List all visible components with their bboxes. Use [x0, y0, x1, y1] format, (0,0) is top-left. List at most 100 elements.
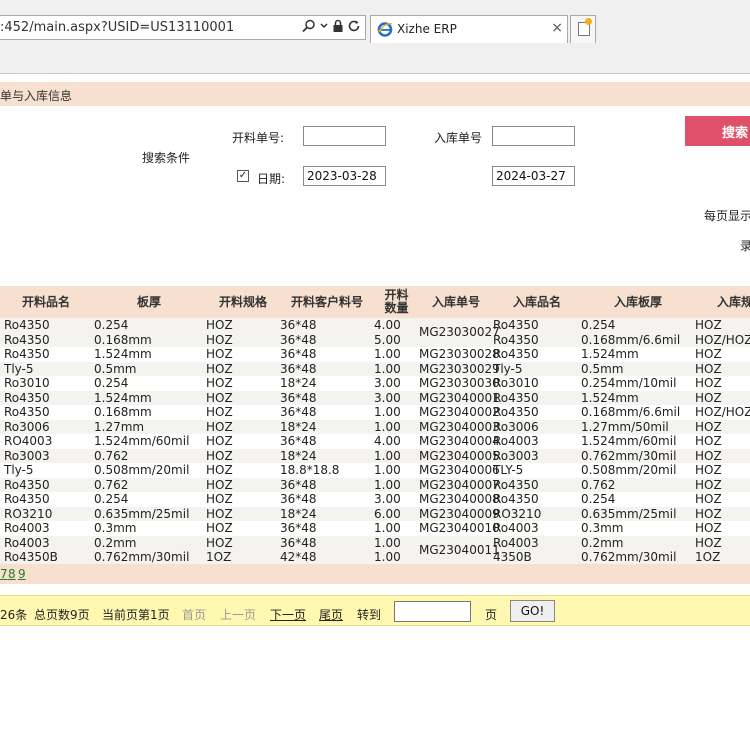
browser-chrome: :452/main.aspx?USID=US13110001 Xizhe ERP…	[0, 0, 750, 74]
date-label: 日期:	[257, 172, 286, 186]
tab-title: Xizhe ERP	[397, 22, 457, 36]
table-cell: 36*48	[280, 390, 317, 405]
page-link-7[interactable]: 7	[0, 567, 8, 581]
table-row-line: RO3210 0.635mm/25mil HOZ 18*24 6.00 RO3210 0.6…	[0, 507, 750, 522]
prev-page-link[interactable]: 上一页	[220, 606, 256, 623]
new-tab-button[interactable]	[570, 15, 596, 43]
table-cell: RO3210	[4, 506, 53, 521]
table-cell: 0.762mm/30mil	[94, 550, 190, 564]
table-cell: 0.254	[94, 318, 129, 332]
in-order-no-cell: MG23040003	[419, 419, 500, 434]
current-page: 当前页第1页	[102, 608, 170, 622]
page-link-9[interactable]: 9	[18, 567, 26, 581]
table-cell: Ro3003	[4, 448, 50, 463]
close-icon[interactable]: ×	[551, 20, 563, 36]
table-cell: 0.254	[581, 318, 616, 332]
table-cell: Ro4350	[493, 492, 539, 506]
address-bar[interactable]: :452/main.aspx?USID=US13110001	[0, 15, 366, 40]
table-cell: 0.762	[94, 477, 129, 492]
in-order-no-cell: MG23040006	[419, 463, 500, 477]
table-cell: HOZ	[695, 376, 722, 390]
table-cell: 36*48	[280, 347, 317, 361]
table-cell: 18*24	[280, 448, 317, 463]
total-pages: 总页数9页	[34, 608, 90, 622]
table-cell: 0.762mm/30mil	[581, 550, 677, 564]
table-cell: 1.00	[374, 535, 401, 550]
table-cell: 1.27mm	[94, 419, 145, 434]
search-icon[interactable]	[302, 19, 316, 33]
in-order-no-cell: MG23030028	[419, 347, 500, 361]
table-cell: 0.168mm	[94, 332, 152, 347]
table-row: Ro4350 1.524mm HOZ 36*48 3.00 Ro4350 1.524mm HO…	[0, 390, 750, 405]
search-button[interactable]: 搜索	[685, 116, 750, 146]
table-row-line: Ro4350 0.254 HOZ 36*48 4.00 Ro4350 0.254 HOZ	[0, 318, 750, 333]
table-row-line: Ro4350B 0.762mm/30mil 1OZ 42*48 1.00 4350B 0.7…	[0, 550, 750, 565]
table-cell: 1OZ	[206, 550, 232, 564]
refresh-icon[interactable]	[348, 19, 361, 33]
date-from-input[interactable]	[303, 166, 386, 186]
table-row: Ro4350 0.254 HOZ 36*48 3.00 Ro4350 0.254 HOZ MG2…	[0, 492, 750, 507]
page-link-8[interactable]: 8	[8, 567, 16, 581]
table-cell: 0.168mm/6.6mil	[581, 332, 681, 347]
table-row: Ro4003 0.3mm HOZ 36*48 1.00 Ro4003 0.3mm HOZ MG2…	[0, 521, 750, 536]
table-cell: 1OZ	[695, 550, 721, 564]
go-button[interactable]: GO!	[510, 600, 555, 622]
header-in-product: 入库品名	[512, 294, 561, 309]
table-cell: 36*48	[280, 535, 317, 550]
table-cell: Ro3010	[4, 376, 50, 390]
table-row-line: Ro4350 1.524mm HOZ 36*48 1.00 Ro4350 1.524mm HO…	[0, 347, 750, 362]
date-to-input[interactable]	[492, 166, 575, 186]
table-cell: 1.524mm/60mil	[581, 434, 677, 448]
table-cell: 0.762	[581, 477, 616, 492]
table-cell: 1.524mm	[94, 347, 152, 361]
table-row-line: Ro3010 0.254 HOZ 18*24 3.00 Ro3010 0.254mm/10m…	[0, 376, 750, 391]
table-cell: HOZ	[206, 376, 233, 390]
table-row-line: Ro4350 0.762 HOZ 36*48 1.00 Ro4350 0.762 HOZ	[0, 478, 750, 493]
table-row-line: Ro3006 1.27mm HOZ 18*24 1.00 Ro3006 1.27mm/50m…	[0, 420, 750, 435]
table-cell: 4.00	[374, 434, 401, 448]
table-cell: 1.00	[374, 405, 401, 419]
table-row-line: Tly-5 0.5mm HOZ 36*48 1.00 Tly-5 0.5mm HOZ	[0, 362, 750, 377]
table-cell: HOZ/HOZ	[695, 332, 750, 347]
table-cell: Ro4350	[493, 318, 539, 332]
table-row: Ro4350 0.168mm HOZ 36*48 1.00 Ro4350 0.168mm/6…	[0, 405, 750, 420]
table-row: Ro4350 0.762 HOZ 36*48 1.00 Ro4350 0.762 HOZ MG2…	[0, 477, 750, 493]
in-order-no-cell: MG23040001	[419, 390, 500, 405]
table-cell: 3.00	[374, 376, 401, 390]
table-row-line: Ro3003 0.762 HOZ 18*24 1.00 Ro3003 0.762mm/30m…	[0, 449, 750, 464]
table-cell: 0.2mm	[94, 535, 137, 550]
browser-tab[interactable]: Xizhe ERP ×	[370, 15, 568, 43]
table-cell: 0.2mm	[581, 535, 624, 550]
table-cell: 0.635mm/25mil	[94, 506, 190, 521]
table-cell: HOZ	[695, 347, 722, 361]
table-cell: HOZ	[206, 506, 233, 521]
table-cell: HOZ	[695, 434, 722, 448]
table-cell: HOZ	[695, 506, 722, 521]
table-row-line: Ro4003 0.2mm HOZ 36*48 1.00 Ro4003 0.2mm HOZ	[0, 536, 750, 551]
in-order-input[interactable]	[492, 126, 575, 146]
table-cell: Ro4350	[493, 405, 539, 419]
next-page-link[interactable]: 下一页	[270, 606, 306, 623]
in-order-no-cell: MG23040004	[419, 434, 500, 448]
table-cell: 36*48	[280, 434, 317, 448]
table-cell: 1.00	[374, 361, 401, 376]
table-cell: 1.00	[374, 521, 401, 535]
first-page-link[interactable]: 首页	[182, 606, 206, 623]
table-cell: 1.00	[374, 347, 401, 361]
table-cell: Tly-5	[4, 361, 34, 376]
last-page-link[interactable]: 尾页	[319, 606, 343, 623]
header-cut-customer-no: 开料客户料号	[290, 294, 363, 309]
table-row: RO4003 1.524mm/60mil HOZ 36*48 4.00 Ro4003 1.5…	[0, 434, 750, 449]
lock-icon[interactable]	[332, 19, 344, 33]
header-in-order-no: 入库单号	[431, 294, 480, 309]
table-cell: Ro4350	[4, 332, 50, 347]
date-checkbox[interactable]: ✓	[237, 170, 249, 182]
table-cell: Ro4350	[493, 390, 539, 405]
table-cell: 1.27mm/50mil	[581, 419, 669, 434]
table-cell: 18*24	[280, 419, 317, 434]
goto-page-input[interactable]	[394, 601, 471, 622]
table-cell: Tly-5	[4, 463, 34, 477]
page-unit-label: 页	[485, 608, 498, 622]
chevron-down-icon[interactable]	[320, 19, 328, 33]
cut-order-input[interactable]	[303, 126, 386, 146]
